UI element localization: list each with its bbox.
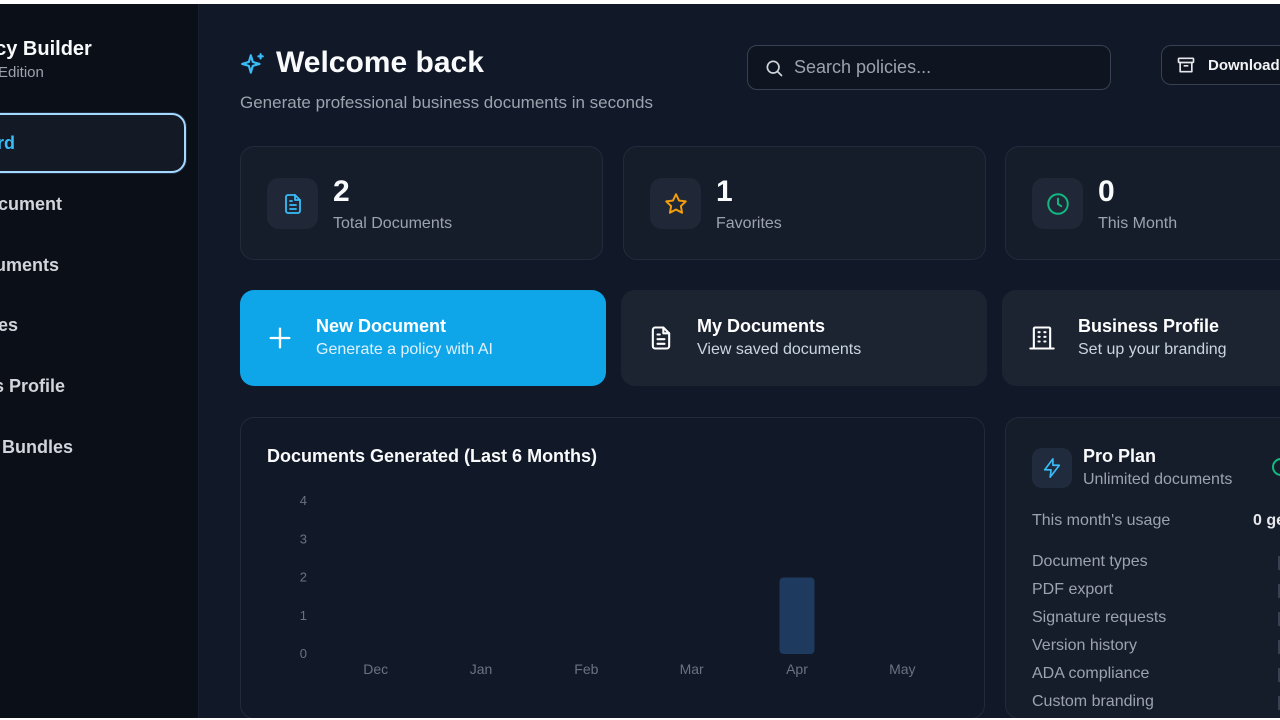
usage-value: 0 ge [1253,512,1280,529]
action-subtitle: Set up your branding [1078,341,1227,358]
stat-label: Favorites [716,215,782,232]
x-tick-label: Mar [680,661,704,677]
action-title: New Document [316,316,447,336]
action-title: My Documents [697,316,826,336]
x-tick-label: Jan [470,661,493,677]
sidebar-item-business-profile[interactable]: ess Profile [0,356,186,416]
chart-bar[interactable] [779,577,815,655]
sidebar-item-label: Document [0,193,63,214]
feature-item: Version history [1032,637,1137,654]
stat-label: Total Documents [333,215,453,232]
y-tick-label: 1 [300,608,307,623]
stat-label: This Month [1098,215,1178,232]
plan-name: Pro Plan [1083,446,1157,466]
sidebar-item-my-documents[interactable]: ocuments [0,235,186,295]
status-indicator [1272,458,1280,476]
sidebar-item-industry-bundles[interactable]: try Bundles [0,417,186,477]
action-subtitle: Generate a policy with AI [316,341,493,358]
document-icon [267,178,318,229]
download-button[interactable]: Download [1161,45,1280,85]
search-box[interactable] [747,45,1111,90]
sidebar-item-label: try Bundles [0,436,74,457]
plan-subtitle: Unlimited documents [1083,471,1233,488]
page-subtitle: Generate professional business documents… [240,93,653,112]
brand-subtitle: Edition [0,64,44,81]
building-icon [1029,326,1055,350]
usage-label: This month's usage [1032,512,1171,529]
sidebar: licy Builder Edition oard Document ocume… [0,4,199,718]
sidebar-item-label: oard [0,132,16,153]
star-icon [650,178,701,229]
x-tick-label: May [889,661,915,677]
action-title: Business Profile [1078,316,1220,336]
x-tick-label: Dec [363,661,388,677]
search-input[interactable] [794,57,1094,78]
x-tick-label: Apr [786,661,808,677]
search-icon [766,60,783,76]
plan-card: Pro Plan Unlimited documents This month'… [1005,417,1280,718]
stat-value: 1 [716,175,733,208]
stat-card-favorites: 1 Favorites [623,146,986,260]
sidebar-item-label: tures [0,314,19,335]
sidebar-item-label: ess Profile [0,375,66,396]
y-tick-label: 4 [300,493,307,508]
y-tick-label: 0 [300,646,307,661]
download-button-label: Download [1208,56,1280,74]
business-profile-button[interactable]: Business Profile Set up your branding [1002,290,1280,386]
sidebar-item-label: ocuments [0,254,60,275]
sparkle-icon [241,53,264,74]
y-tick-label: 2 [300,570,307,585]
feature-item: ADA compliance [1032,665,1150,682]
stat-value: 0 [1098,175,1115,208]
lightning-icon [1032,448,1072,488]
x-tick-label: Feb [574,661,598,677]
stat-card-total-documents: 2 Total Documents [240,146,603,260]
sidebar-item-new-document[interactable]: Document [0,174,186,234]
y-tick-label: 3 [300,531,307,546]
chart-card: Documents Generated (Last 6 Months) 0123… [240,417,985,718]
app-window: licy Builder Edition oard Document ocume… [0,4,1280,718]
feature-item: Custom branding [1032,693,1154,710]
archive-icon [1177,57,1195,73]
bar-chart: 0 1 2 3 4 Dec Jan Feb Mar Apr May [300,493,916,677]
stat-value: 2 [333,175,350,208]
feature-item: Signature requests [1032,609,1167,626]
page-title: Welcome back [276,46,484,79]
feature-item: Document types [1032,553,1148,570]
file-text-icon [651,326,671,350]
my-documents-button[interactable]: My Documents View saved documents [621,290,987,386]
new-document-button[interactable]: New Document Generate a policy with AI [240,290,606,386]
action-subtitle: View saved documents [697,341,862,358]
clock-icon [1032,178,1083,229]
plus-icon [269,327,291,349]
stat-card-this-month: 0 This Month [1005,146,1280,260]
sidebar-item-dashboard[interactable]: oard [0,113,186,173]
sidebar-item-signatures[interactable]: tures [0,295,186,355]
feature-item: PDF export [1032,581,1113,598]
brand-title: licy Builder [0,38,92,60]
